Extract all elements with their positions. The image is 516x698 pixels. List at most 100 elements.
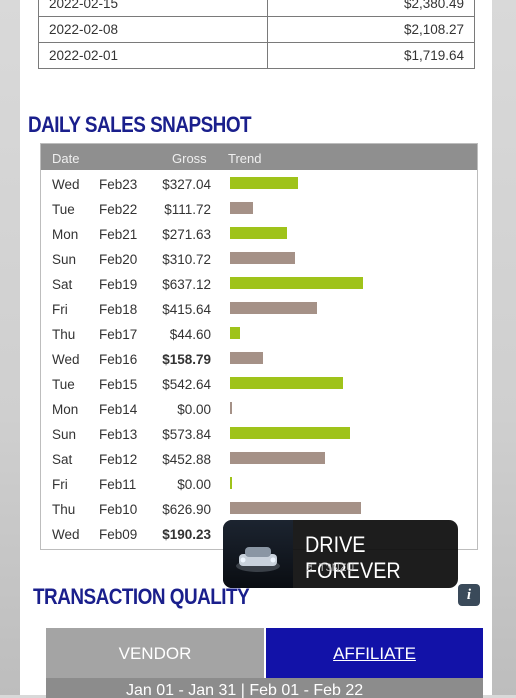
row-date: Feb19 [99,277,138,292]
daily-row: Wed Feb23 $327.04 [41,172,477,197]
trend-bar [230,327,240,339]
music-overlay[interactable]: DRIVE FOREVER ♬ T3NZU [223,520,458,588]
row-day: Thu [52,327,76,342]
row-gross: $44.60 [169,327,211,342]
row-date: Feb15 [99,377,138,392]
row-date: Feb21 [99,227,138,242]
song-artist: ♬ T3NZU [305,562,355,574]
row-gross: $452.88 [162,452,211,467]
daily-row: Wed Feb16 $158.79 [41,347,477,372]
trend-bar [230,302,317,314]
row-gross: $158.79 [162,352,211,367]
row-gross: $0.00 [177,402,211,417]
daily-row: Thu Feb10 $626.90 [41,497,477,522]
row-gross: $327.04 [162,177,211,192]
row-date: Feb14 [99,402,138,417]
row-day: Wed [52,352,80,367]
weekly-row: 2022-02-08 $2,108.27 [37,16,475,43]
weekly-date: 2022-02-08 [37,16,269,43]
row-date: Feb11 [99,477,137,492]
row-gross: $542.64 [162,377,211,392]
header-gross: Gross [172,151,207,166]
daily-row: Thu Feb17 $44.60 [41,322,477,347]
row-date: Feb22 [99,202,138,217]
row-day: Tue [52,377,75,392]
row-date: Feb10 [99,502,138,517]
info-icon[interactable]: i [458,584,480,606]
trend-bar [230,227,287,239]
weekly-sales-table: 2022-02-15 $2,380.49 2022-02-08 $2,108.27 20… [37,0,475,69]
row-gross: $637.12 [162,277,211,292]
trend-bar [230,177,298,189]
trend-bar [230,377,343,389]
row-day: Mon [52,402,79,417]
weekly-row: 2022-02-15 $2,380.49 [37,0,475,17]
daily-table-header: Date Gross Trend [41,144,477,170]
daily-row: Mon Feb21 $271.63 [41,222,477,247]
daily-row: Sat Feb19 $637.12 [41,272,477,297]
weekly-date: 2022-02-01 [37,42,269,69]
weekly-date: 2022-02-15 [37,0,269,17]
tab-vendor[interactable]: VENDOR [46,628,264,678]
date-range-label: Jan 01 - Jan 31 | Feb 01 - Feb 22 [126,682,364,698]
weekly-row: 2022-02-01 $1,719.64 [37,42,475,69]
daily-row: Fri Feb11 $0.00 [41,472,477,497]
row-date: Feb09 [99,527,138,542]
row-date: Feb16 [99,352,138,367]
row-gross: $271.63 [162,227,211,242]
row-day: Sun [52,427,77,442]
row-day: Tue [52,202,75,217]
row-day: Fri [52,302,68,317]
trend-bar [230,452,325,464]
daily-row: Mon Feb14 $0.00 [41,397,477,422]
trend-bar [230,427,350,439]
daily-row: Tue Feb22 $111.72 [41,197,477,222]
weekly-gross: $2,108.27 [267,16,475,43]
row-day: Fri [52,477,68,492]
row-gross: $0.00 [177,477,211,492]
daily-sales-table: Date Gross Trend Wed Feb23 $327.04 Tue Feb22… [40,143,478,550]
header-trend: Trend [228,151,262,166]
row-day: Wed [52,527,80,542]
row-day: Wed [52,177,80,192]
date-range-selector[interactable]: Jan 01 - Jan 31 | Feb 01 - Feb 22 [46,678,483,698]
song-title: DRIVE FOREVER [305,532,401,583]
row-date: Feb17 [99,327,138,342]
row-gross: $310.72 [162,252,211,267]
daily-row: Tue Feb15 $542.64 [41,372,477,397]
weekly-gross: $1,719.64 [267,42,475,69]
trend-bar [230,202,253,214]
row-gross: $415.64 [162,302,211,317]
row-date: Feb23 [99,177,138,192]
tab-affiliate[interactable]: AFFILIATE [266,628,483,678]
trend-bar [230,477,232,489]
header-date: Date [52,151,80,166]
row-gross: $626.90 [162,502,211,517]
trend-bar [230,252,295,264]
row-day: Sun [52,252,77,267]
row-gross: $111.72 [164,202,211,217]
album-thumbnail [223,520,293,588]
row-day: Mon [52,227,79,242]
daily-row: Fri Feb18 $415.64 [41,297,477,322]
row-date: Feb13 [99,427,138,442]
daily-sales-title: DAILY SALES SNAPSHOT [28,112,252,137]
trend-bar [230,502,361,514]
row-day: Sat [52,452,73,467]
weekly-gross: $2,380.49 [267,0,475,17]
row-date: Feb12 [99,452,138,467]
trend-bar [230,352,263,364]
row-date: Feb18 [99,302,138,317]
daily-row: Sun Feb20 $310.72 [41,247,477,272]
row-day: Thu [52,502,76,517]
row-gross: $190.23 [162,527,211,542]
transaction-quality-title: TRANSACTION QUALITY [33,584,250,609]
daily-row: Sat Feb12 $452.88 [41,447,477,472]
daily-row: Sun Feb13 $573.84 [41,422,477,447]
row-gross: $573.84 [162,427,211,442]
row-day: Sat [52,277,73,292]
car-thumbnail-icon [236,547,280,572]
row-date: Feb20 [99,252,138,267]
trend-bar [230,402,232,414]
trend-bar [230,277,363,289]
